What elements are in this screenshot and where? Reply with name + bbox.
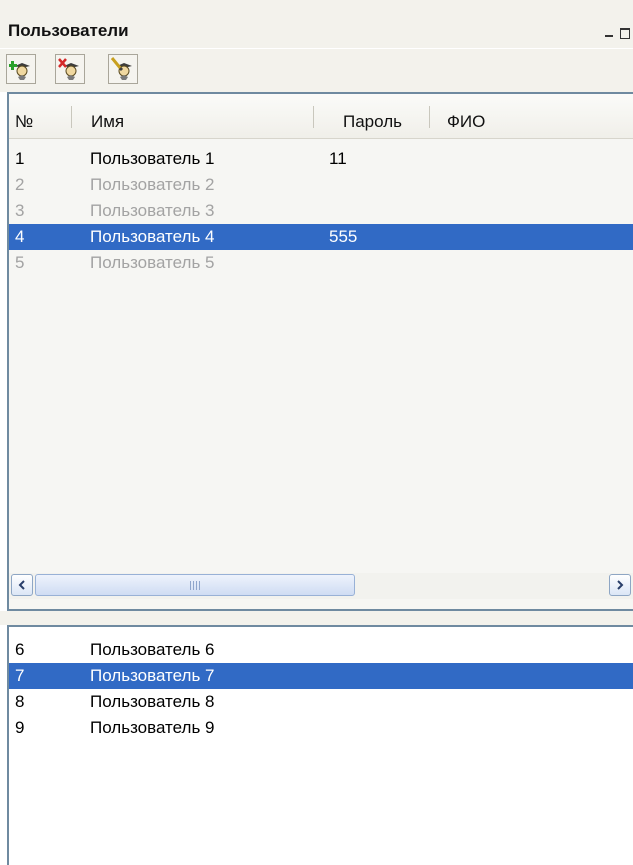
secondary-list-rows: 6 Пользователь 6 7 Пользователь 7 8 Поль… (9, 637, 633, 741)
chevron-left-icon (18, 580, 25, 590)
secondary-list-panel[interactable]: 6 Пользователь 6 7 Пользователь 7 8 Поль… (7, 625, 633, 865)
list-header: № Имя Пароль ФИО (9, 94, 633, 139)
list-item[interactable]: 9 Пользователь 9 (9, 715, 633, 741)
toolbar (0, 48, 633, 92)
delete-user-button[interactable] (55, 54, 85, 84)
scroll-left-button[interactable] (11, 574, 33, 596)
cell-password: 555 (329, 227, 358, 246)
column-header-password[interactable]: Пароль (343, 112, 402, 132)
cell-number: 5 (15, 253, 25, 272)
cell-name: Пользователь 2 (90, 175, 215, 194)
cell-name: Пользователь 6 (90, 640, 215, 659)
edit-user-button[interactable] (108, 54, 138, 84)
minimize-icon[interactable] (601, 24, 619, 42)
splitter[interactable] (0, 611, 633, 625)
table-row[interactable]: 3 Пользователь 3 (9, 198, 633, 224)
column-separator[interactable] (429, 106, 430, 128)
list-item[interactable]: 6 Пользователь 6 (9, 637, 633, 663)
cell-name: Пользователь 5 (90, 253, 215, 272)
table-row[interactable]: 5 Пользователь 5 (9, 250, 633, 276)
cell-name: Пользователь 8 (90, 692, 215, 711)
cell-name: Пользователь 1 (90, 149, 215, 168)
cell-number: 2 (15, 175, 25, 194)
column-header-fio[interactable]: ФИО (447, 112, 485, 132)
table-row[interactable]: 1 Пользователь 1 11 (9, 146, 633, 172)
table-row[interactable]: 2 Пользователь 2 (9, 172, 633, 198)
add-user-button[interactable] (6, 54, 36, 84)
window-title: Пользователи (8, 21, 129, 40)
scroll-right-button[interactable] (609, 574, 631, 596)
cell-name: Пользователь 7 (90, 666, 215, 685)
users-list-rows: 1 Пользователь 1 11 2 Пользователь 2 3 П… (9, 146, 633, 276)
scroll-thumb[interactable] (35, 574, 355, 596)
cell-number: 7 (15, 666, 25, 685)
cell-password: 11 (329, 149, 347, 168)
cell-number: 9 (15, 718, 25, 737)
list-item-selected[interactable]: 7 Пользователь 7 (9, 663, 633, 689)
user-delete-icon (58, 58, 79, 80)
column-header-name[interactable]: Имя (91, 112, 124, 132)
column-header-number[interactable]: № (15, 112, 33, 132)
horizontal-scrollbar[interactable] (9, 573, 633, 599)
grip-icon (190, 581, 202, 590)
chevron-right-icon (617, 580, 624, 590)
cell-number: 8 (15, 692, 25, 711)
cell-name: Пользователь 9 (90, 718, 215, 737)
list-item[interactable]: 8 Пользователь 8 (9, 689, 633, 715)
user-edit-icon (111, 57, 132, 80)
cell-number: 6 (15, 640, 25, 659)
column-separator[interactable] (313, 106, 314, 128)
window-controls (601, 22, 633, 44)
users-list-panel[interactable]: № Имя Пароль ФИО 1 Пользователь 1 11 2 П… (7, 92, 633, 611)
cell-name: Пользователь 4 (90, 227, 215, 246)
cell-number: 1 (15, 149, 25, 168)
cell-number: 4 (15, 227, 25, 246)
title-bar: Пользователи (0, 0, 633, 48)
table-row-selected[interactable]: 4 Пользователь 4 555 (9, 224, 633, 250)
cell-name: Пользователь 3 (90, 201, 215, 220)
maximize-icon[interactable] (619, 24, 633, 42)
user-add-icon (9, 61, 30, 80)
column-separator[interactable] (71, 106, 72, 128)
cell-number: 3 (15, 201, 25, 220)
